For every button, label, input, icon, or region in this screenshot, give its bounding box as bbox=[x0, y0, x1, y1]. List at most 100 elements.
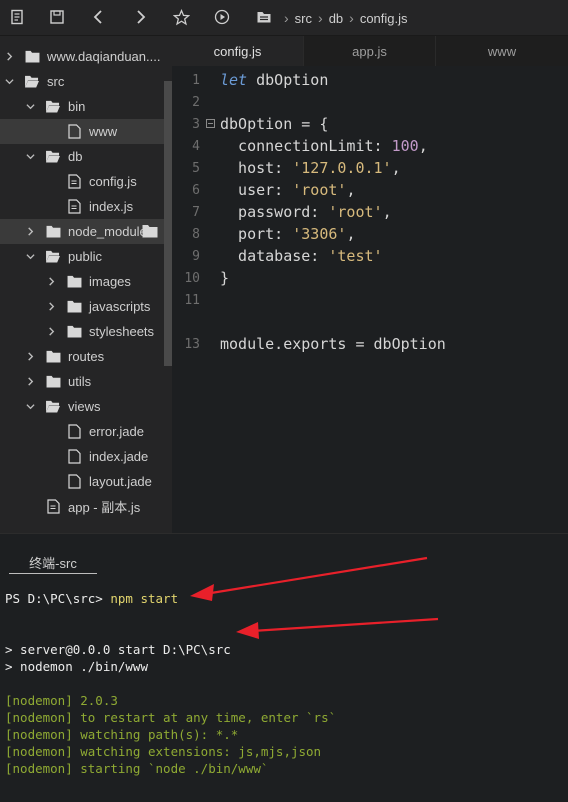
terminal-command: npm start bbox=[110, 591, 179, 606]
code-line[interactable]: 1 let dbOption bbox=[172, 69, 568, 91]
chevron-right-icon[interactable] bbox=[4, 52, 14, 62]
code-token: 'test' bbox=[328, 247, 383, 265]
breadcrumb-item-file[interactable]: config.js bbox=[360, 11, 408, 26]
code-token: 'root' bbox=[292, 181, 347, 199]
tab-www[interactable]: www bbox=[436, 36, 568, 66]
file-icon bbox=[66, 124, 82, 140]
line-number: 3 bbox=[192, 116, 200, 132]
chevron-down-icon[interactable] bbox=[25, 252, 35, 262]
chevron-right-icon[interactable] bbox=[46, 277, 56, 287]
terminal-text: PS D:\PC\src> bbox=[5, 591, 111, 606]
chevron-down-icon[interactable] bbox=[25, 402, 35, 412]
code-line[interactable] bbox=[172, 311, 568, 333]
sidebar-item-routes[interactable]: routes bbox=[0, 344, 164, 369]
code-line[interactable]: 7 password: 'root', bbox=[172, 201, 568, 223]
sidebar-item-index-jade[interactable]: index.jade bbox=[0, 444, 164, 469]
back-icon[interactable] bbox=[90, 8, 108, 26]
chevron-right-icon[interactable] bbox=[25, 227, 35, 237]
sidebar-scrollbar[interactable] bbox=[164, 81, 172, 366]
sidebar-item-images[interactable]: images bbox=[0, 269, 164, 294]
chevron-down-icon[interactable] bbox=[4, 77, 14, 87]
code-editor[interactable]: 1 let dbOption 2 3 dbOption = {4 connectionL… bbox=[172, 66, 568, 533]
code-line[interactable]: 10} bbox=[172, 267, 568, 289]
terminal-text: > server@0.0.0 start D:\PC\src bbox=[5, 642, 231, 657]
tab-config-js[interactable]: config.js bbox=[172, 36, 305, 66]
chevron-right-icon[interactable] bbox=[25, 352, 35, 362]
sidebar-item-error-jade[interactable]: error.jade bbox=[0, 419, 164, 444]
line-number: 6 bbox=[192, 182, 200, 198]
terminal-line: [nodemon] starting `node ./bin/www` bbox=[5, 760, 268, 777]
sidebar-item-label: db bbox=[68, 149, 83, 164]
sidebar-item-node-modules[interactable]: node_modules bbox=[0, 219, 164, 244]
code-token: '3306' bbox=[292, 225, 347, 243]
sidebar-item-layout-jade[interactable]: layout.jade bbox=[0, 469, 164, 494]
code-line[interactable]: 11 bbox=[172, 289, 568, 311]
code-line[interactable]: 8 port: '3306', bbox=[172, 223, 568, 245]
breadcrumb: › src › db › config.js bbox=[278, 0, 408, 36]
terminal-text: [nodemon] 2.0.3 bbox=[5, 693, 118, 708]
play-icon[interactable] bbox=[213, 8, 231, 26]
sidebar-item-www-daqianduan[interactable]: www.daqianduan.... bbox=[0, 44, 164, 69]
file-icon bbox=[66, 449, 82, 465]
code-token: port: bbox=[220, 225, 293, 243]
folder-icon bbox=[66, 324, 82, 340]
sidebar-item-www[interactable]: www bbox=[0, 119, 164, 144]
sidebar-item-config-js[interactable]: config.js bbox=[0, 169, 164, 194]
fold-toggle-icon[interactable] bbox=[200, 118, 220, 131]
save-icon[interactable] bbox=[48, 8, 66, 26]
code-line[interactable]: 6 user: 'root', bbox=[172, 179, 568, 201]
terminal-text: [nodemon] watching path(s): *.* bbox=[5, 727, 239, 742]
code-line[interactable]: 5 host: '127.0.0.1', bbox=[172, 157, 568, 179]
line-number: 2 bbox=[192, 94, 200, 110]
sidebar-item-db[interactable]: db bbox=[0, 144, 164, 169]
sidebar-item-label: javascripts bbox=[89, 299, 151, 314]
terminal-text: [nodemon] watching extensions: js,mjs,js… bbox=[5, 744, 322, 759]
folder-breadcrumb-icon bbox=[255, 8, 273, 26]
sidebar-item-javascripts[interactable]: javascripts bbox=[0, 294, 164, 319]
chevron-right-icon[interactable] bbox=[46, 302, 56, 312]
line-number: 13 bbox=[184, 336, 200, 352]
code-line[interactable]: 2 bbox=[172, 91, 568, 113]
file-icon bbox=[66, 424, 82, 440]
code-token: , bbox=[418, 137, 428, 155]
js-file-icon bbox=[45, 499, 61, 515]
sidebar-item-public[interactable]: public bbox=[0, 244, 164, 269]
sidebar-item-label: src bbox=[47, 74, 65, 89]
code-line[interactable]: 9 database: 'test' bbox=[172, 245, 568, 267]
sidebar-item-label: app - 副本.js bbox=[68, 500, 141, 515]
code-line[interactable]: 4 connectionLimit: 100, bbox=[172, 135, 568, 157]
sidebar-item-views[interactable]: views bbox=[0, 394, 164, 419]
line-number: 8 bbox=[192, 226, 200, 242]
sidebar-item-bin[interactable]: bin bbox=[0, 94, 164, 119]
terminal-line: [nodemon] 2.0.3 bbox=[5, 692, 118, 709]
sidebar-item-index-js[interactable]: index.js bbox=[0, 194, 164, 219]
sidebar-item-stylesheets[interactable]: stylesheets bbox=[0, 319, 164, 344]
chevron-right-icon: › bbox=[318, 10, 323, 26]
chevron-right-icon[interactable] bbox=[46, 327, 56, 337]
tab-label: config.js bbox=[213, 43, 262, 59]
chevron-down-icon[interactable] bbox=[25, 152, 35, 162]
code-token: , bbox=[346, 181, 356, 199]
terminal-text: > nodemon ./bin/www bbox=[5, 659, 148, 674]
tab-app-js[interactable]: app.js bbox=[304, 36, 437, 66]
terminal-panel[interactable]: 终端-src PS D:\PC\src> npm start > server@0… bbox=[0, 534, 568, 802]
file-icon[interactable] bbox=[8, 8, 26, 26]
tab-label: www bbox=[487, 43, 517, 59]
sidebar-item-label: error.jade bbox=[89, 424, 144, 439]
folder-icon bbox=[24, 49, 40, 65]
terminal-tab[interactable]: 终端-src bbox=[9, 552, 97, 574]
code-line[interactable]: 3 dbOption = { bbox=[172, 113, 568, 135]
file-icon bbox=[66, 474, 82, 490]
js-file-icon bbox=[66, 174, 82, 190]
breadcrumb-item-db[interactable]: db bbox=[329, 11, 343, 26]
breadcrumb-item-src[interactable]: src bbox=[295, 11, 312, 26]
code-line[interactable]: 13 module.exports = dbOption bbox=[172, 333, 568, 355]
chevron-right-icon[interactable] bbox=[25, 377, 35, 387]
star-icon[interactable] bbox=[172, 8, 190, 26]
forward-icon[interactable] bbox=[131, 8, 149, 26]
sidebar-item-src[interactable]: src bbox=[0, 69, 164, 94]
sidebar-item-utils[interactable]: utils bbox=[0, 369, 164, 394]
chevron-down-icon[interactable] bbox=[25, 102, 35, 112]
sidebar-item-app-js[interactable]: app - 副本.js bbox=[0, 494, 164, 519]
terminal-text: [nodemon] starting `node ./bin/www` bbox=[5, 761, 269, 776]
